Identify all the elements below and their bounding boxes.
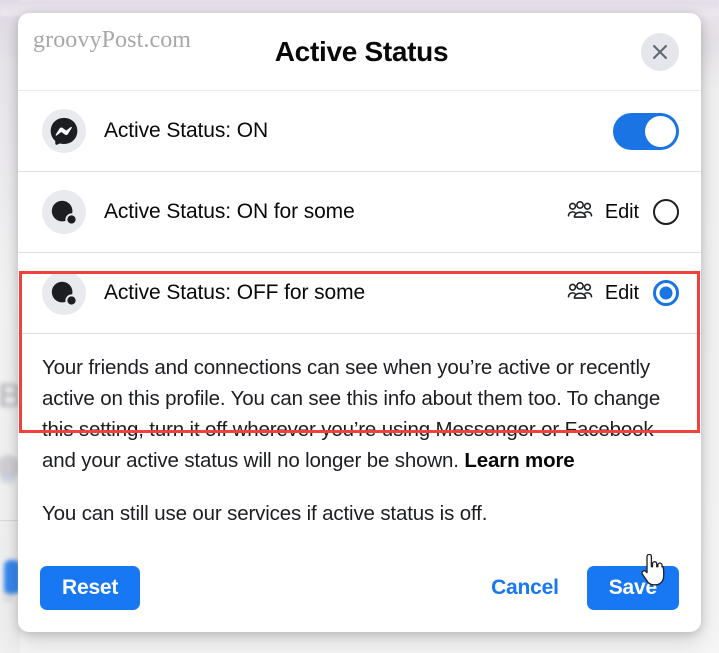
save-button[interactable]: Save [586, 566, 679, 610]
radio-active-status-on-for-some[interactable] [653, 199, 679, 225]
row-label: Active Status: ON for some [104, 200, 355, 223]
messenger-logo-icon [42, 109, 86, 153]
background-avatar-secondary [0, 472, 16, 484]
row-active-status-off-for-some[interactable]: Active Status: OFF for some Edit [18, 253, 701, 333]
cancel-button[interactable]: Cancel [485, 568, 565, 608]
row-active-status-on-for-some[interactable]: Active Status: ON for some Edit [18, 172, 701, 252]
toggle-knob [645, 115, 676, 147]
status-options-list: Active Status: ON Active Status: ON for … [18, 91, 701, 433]
background-left-strip [0, 0, 20, 653]
row-label: Active Status: OFF for some [104, 281, 366, 304]
edit-label: Edit [604, 200, 639, 223]
background-letter-b: B [0, 377, 23, 415]
active-dot-avatar-icon [42, 271, 86, 315]
dialog-footer: Reset Cancel Save [18, 552, 701, 632]
close-x-icon [650, 42, 670, 62]
footer-actions: Cancel Save [485, 553, 679, 610]
learn-more-link[interactable]: Learn more [464, 449, 574, 472]
row-label: Active Status: ON [104, 119, 269, 142]
active-status-toggle[interactable] [613, 112, 679, 150]
people-group-icon [567, 200, 593, 225]
active-status-dialog: groovyPost.com Active Status Active Stat… [18, 13, 701, 632]
row-divider [18, 333, 701, 334]
dialog-title: Active Status [274, 35, 449, 67]
active-dot-avatar-icon [42, 190, 86, 234]
edit-audience-button[interactable]: Edit [567, 281, 639, 306]
secondary-paragraph: You can still use our services if active… [42, 502, 488, 525]
dialog-body: Your friends and connections can see whe… [18, 334, 701, 552]
page-root: B s groovyPost.com Active Status [0, 0, 719, 653]
people-group-icon [567, 281, 593, 306]
edit-audience-button[interactable]: Edit [567, 200, 639, 225]
save-button-wrapper: Save [586, 553, 679, 610]
dialog-header: groovyPost.com Active Status [18, 13, 701, 91]
row-controls: Edit [567, 280, 679, 306]
row-active-status-on[interactable]: Active Status: ON [18, 91, 701, 171]
row-controls: Edit [567, 199, 679, 225]
row-controls [613, 112, 679, 150]
radio-active-status-off-for-some[interactable] [653, 280, 679, 306]
reset-button[interactable]: Reset [40, 566, 141, 610]
background-divider [0, 520, 19, 521]
description-paragraph: Your friends and connections can see whe… [42, 352, 677, 476]
close-button[interactable] [641, 32, 679, 71]
edit-label: Edit [604, 281, 639, 304]
watermark-groovypost: groovyPost.com [33, 27, 192, 53]
